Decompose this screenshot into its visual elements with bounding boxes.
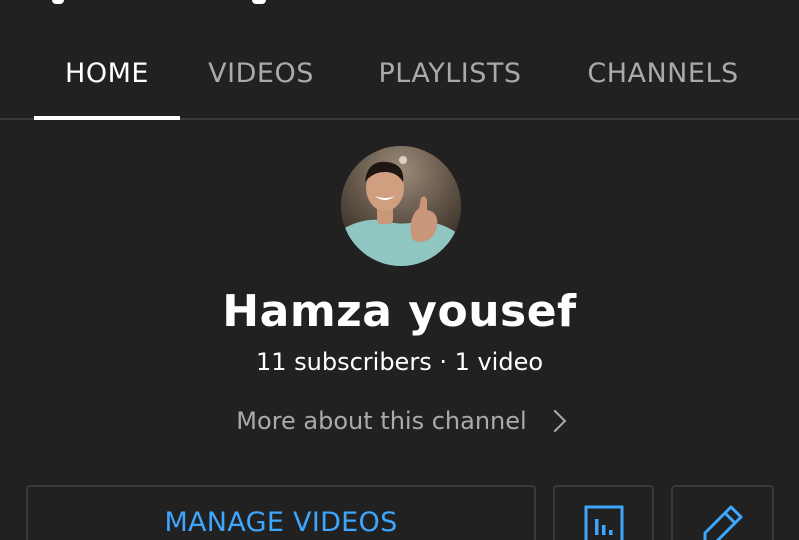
- channel-name: Hamza yousef: [222, 286, 577, 337]
- chevron-right-icon: [543, 409, 567, 433]
- avatar[interactable]: [341, 146, 461, 266]
- active-tab-indicator: [34, 116, 180, 120]
- tab-channels[interactable]: CHANNELS: [568, 28, 758, 118]
- tab-playlists[interactable]: PLAYLISTS: [352, 28, 548, 118]
- channel-tabs: HOME VIDEOS PLAYLISTS CHANNELS: [0, 28, 799, 120]
- edit-channel-button[interactable]: [671, 485, 774, 540]
- analytics-button[interactable]: [553, 485, 654, 540]
- tab-home[interactable]: HOME: [34, 28, 180, 118]
- pencil-icon: [701, 503, 745, 540]
- tab-videos[interactable]: VIDEOS: [190, 28, 332, 118]
- manage-videos-button[interactable]: MANAGE VIDEOS: [26, 485, 536, 540]
- more-about-label: More about this channel: [236, 407, 527, 435]
- channel-page: HOME VIDEOS PLAYLISTS CHANNELS Hamza you…: [0, 0, 799, 540]
- analytics-icon: [584, 505, 624, 540]
- more-about-channel-link[interactable]: More about this channel: [0, 404, 799, 438]
- subscriber-count: 11 subscribers · 1 video: [255, 348, 544, 376]
- header-title-fragment: [0, 0, 799, 8]
